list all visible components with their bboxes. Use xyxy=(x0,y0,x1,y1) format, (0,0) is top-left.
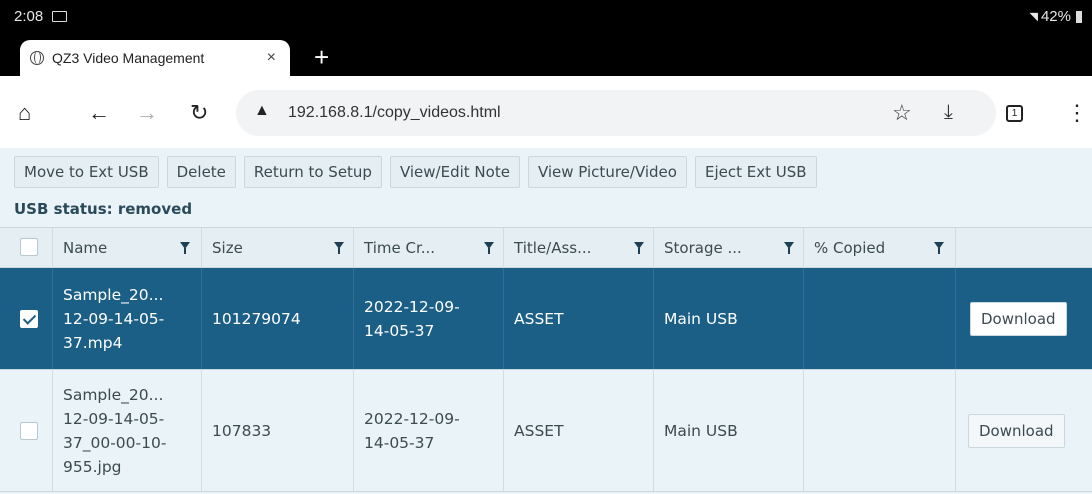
tab-bar: QZ3 Video Management × + xyxy=(0,38,1092,76)
new-tab-button[interactable]: + xyxy=(314,44,329,70)
view-edit-note-button[interactable]: View/Edit Note xyxy=(389,156,520,188)
column-header-title-asset[interactable]: Title/Ass... xyxy=(503,228,653,268)
column-header-storage[interactable]: Storage ... xyxy=(653,228,803,268)
row-checkbox[interactable] xyxy=(20,310,38,328)
address-bar[interactable]: ▲ 192.168.8.1/copy_videos.html ☆ ⤓ xyxy=(236,90,996,136)
usb-status: USB status: removed xyxy=(14,200,193,218)
percent-copied-cell xyxy=(803,370,955,491)
column-label: Storage ... xyxy=(664,239,742,257)
download-button[interactable]: Download xyxy=(968,414,1065,448)
download-button[interactable]: Download xyxy=(970,302,1067,336)
file-name-line: Sample_20... xyxy=(63,385,164,404)
column-header-actions xyxy=(955,228,1092,268)
file-name-line: Sample_20... xyxy=(63,285,164,304)
size-cell: 101279074 xyxy=(201,268,353,369)
file-name-line: 37.mp4 xyxy=(63,333,123,352)
select-cell xyxy=(0,370,52,491)
video-grid: Name Size Time Cr... Title/Ass... Storag… xyxy=(0,227,1092,492)
filter-icon[interactable] xyxy=(634,242,644,254)
name-cell: Sample_20... 12-09-14-05- 37_00-00-10- 9… xyxy=(52,370,201,491)
column-label: Time Cr... xyxy=(364,239,436,257)
delete-button[interactable]: Delete xyxy=(166,156,236,188)
select-cell xyxy=(0,268,52,369)
grid-header: Name Size Time Cr... Title/Ass... Storag… xyxy=(0,227,1092,268)
column-label: Size xyxy=(212,239,243,257)
header-select-all-cell xyxy=(0,228,52,268)
eject-ext-usb-button[interactable]: Eject Ext USB xyxy=(694,156,817,188)
action-toolbar: Move to Ext USB Delete Return to Setup V… xyxy=(14,156,817,188)
view-picture-video-button[interactable]: View Picture/Video xyxy=(527,156,687,188)
file-name-line: 37_00-00-10- xyxy=(63,433,167,452)
table-row[interactable]: Sample_20... 12-09-14-05- 37.mp4 1012790… xyxy=(0,268,1092,370)
column-header-percent-copied[interactable]: % Copied xyxy=(803,228,955,268)
time-created-cell: 2022-12-09- 14-05-37 xyxy=(353,268,503,369)
column-header-time-created[interactable]: Time Cr... xyxy=(353,228,503,268)
url-text[interactable]: 192.168.8.1/copy_videos.html xyxy=(288,104,501,122)
time-created-cell: 2022-12-09- 14-05-37 xyxy=(353,370,503,491)
close-tab-icon[interactable]: × xyxy=(267,49,276,67)
tab-switcher-icon[interactable]: 1 xyxy=(1006,105,1023,122)
title-asset-cell: ASSET xyxy=(503,268,653,369)
bookmark-star-icon[interactable]: ☆ xyxy=(892,100,912,126)
title-asset-cell: ASSET xyxy=(503,370,653,491)
file-name-line: 955.jpg xyxy=(63,457,122,476)
status-icons: ◥ 42% xyxy=(1029,8,1082,25)
column-label: % Copied xyxy=(814,239,886,257)
filter-icon[interactable] xyxy=(934,242,944,254)
file-name-line: 12-09-14-05- xyxy=(63,409,165,428)
page-content: Move to Ext USB Delete Return to Setup V… xyxy=(0,148,1092,494)
storage-cell: Main USB xyxy=(653,268,803,369)
file-name: Sample_20... 12-09-14-05- 37.mp4 xyxy=(63,283,164,355)
back-icon[interactable]: ← xyxy=(88,102,110,124)
browser-tab[interactable]: QZ3 Video Management × xyxy=(20,40,290,76)
battery-icon xyxy=(1076,10,1082,23)
return-to-setup-button[interactable]: Return to Setup xyxy=(243,156,382,188)
globe-icon xyxy=(30,51,44,65)
download-icon[interactable]: ⤓ xyxy=(944,101,953,124)
size-cell: 107833 xyxy=(201,370,353,491)
actions-cell: Download xyxy=(955,268,1092,369)
more-menu-icon[interactable]: ⋮ xyxy=(1066,102,1088,124)
column-header-name[interactable]: Name xyxy=(52,228,201,268)
percent-copied-cell xyxy=(803,268,955,369)
forward-icon[interactable]: → xyxy=(136,102,158,124)
row-checkbox[interactable] xyxy=(20,422,38,440)
not-secure-icon[interactable]: ▲ xyxy=(254,102,270,120)
file-name-line: 12-09-14-05- xyxy=(63,309,165,328)
battery-level: 42% xyxy=(1040,8,1071,25)
column-label: Title/Ass... xyxy=(514,239,592,257)
tab-title: QZ3 Video Management xyxy=(52,50,205,66)
time-line: 14-05-37 xyxy=(364,321,435,340)
time-line: 2022-12-09- xyxy=(364,409,460,428)
filter-icon[interactable] xyxy=(180,242,190,254)
home-icon[interactable]: ⌂ xyxy=(18,102,31,124)
actions-cell: Download xyxy=(955,370,1092,491)
column-label: Name xyxy=(63,239,108,257)
filter-icon[interactable] xyxy=(484,242,494,254)
name-cell: Sample_20... 12-09-14-05- 37.mp4 xyxy=(52,268,201,369)
column-header-size[interactable]: Size xyxy=(201,228,353,268)
storage-cell: Main USB xyxy=(653,370,803,491)
wifi-icon: ◥ xyxy=(1029,11,1038,23)
status-bar: 2:08 ◥ 42% xyxy=(0,0,1092,38)
file-name: Sample_20... 12-09-14-05- 37_00-00-10- 9… xyxy=(63,383,166,479)
select-all-checkbox[interactable] xyxy=(20,238,38,256)
clock: 2:08 xyxy=(14,8,44,25)
time-line: 14-05-37 xyxy=(364,433,435,452)
time-line: 2022-12-09- xyxy=(364,297,460,316)
browser-toolbar: ⌂ ← → ↻ ▲ 192.168.8.1/copy_videos.html ☆… xyxy=(0,76,1092,148)
reload-icon[interactable]: ↻ xyxy=(190,102,208,124)
table-row[interactable]: Sample_20... 12-09-14-05- 37_00-00-10- 9… xyxy=(0,370,1092,492)
filter-icon[interactable] xyxy=(784,242,794,254)
filter-icon[interactable] xyxy=(334,242,344,254)
move-to-ext-usb-button[interactable]: Move to Ext USB xyxy=(14,156,159,188)
screenshot-icon xyxy=(52,11,67,22)
